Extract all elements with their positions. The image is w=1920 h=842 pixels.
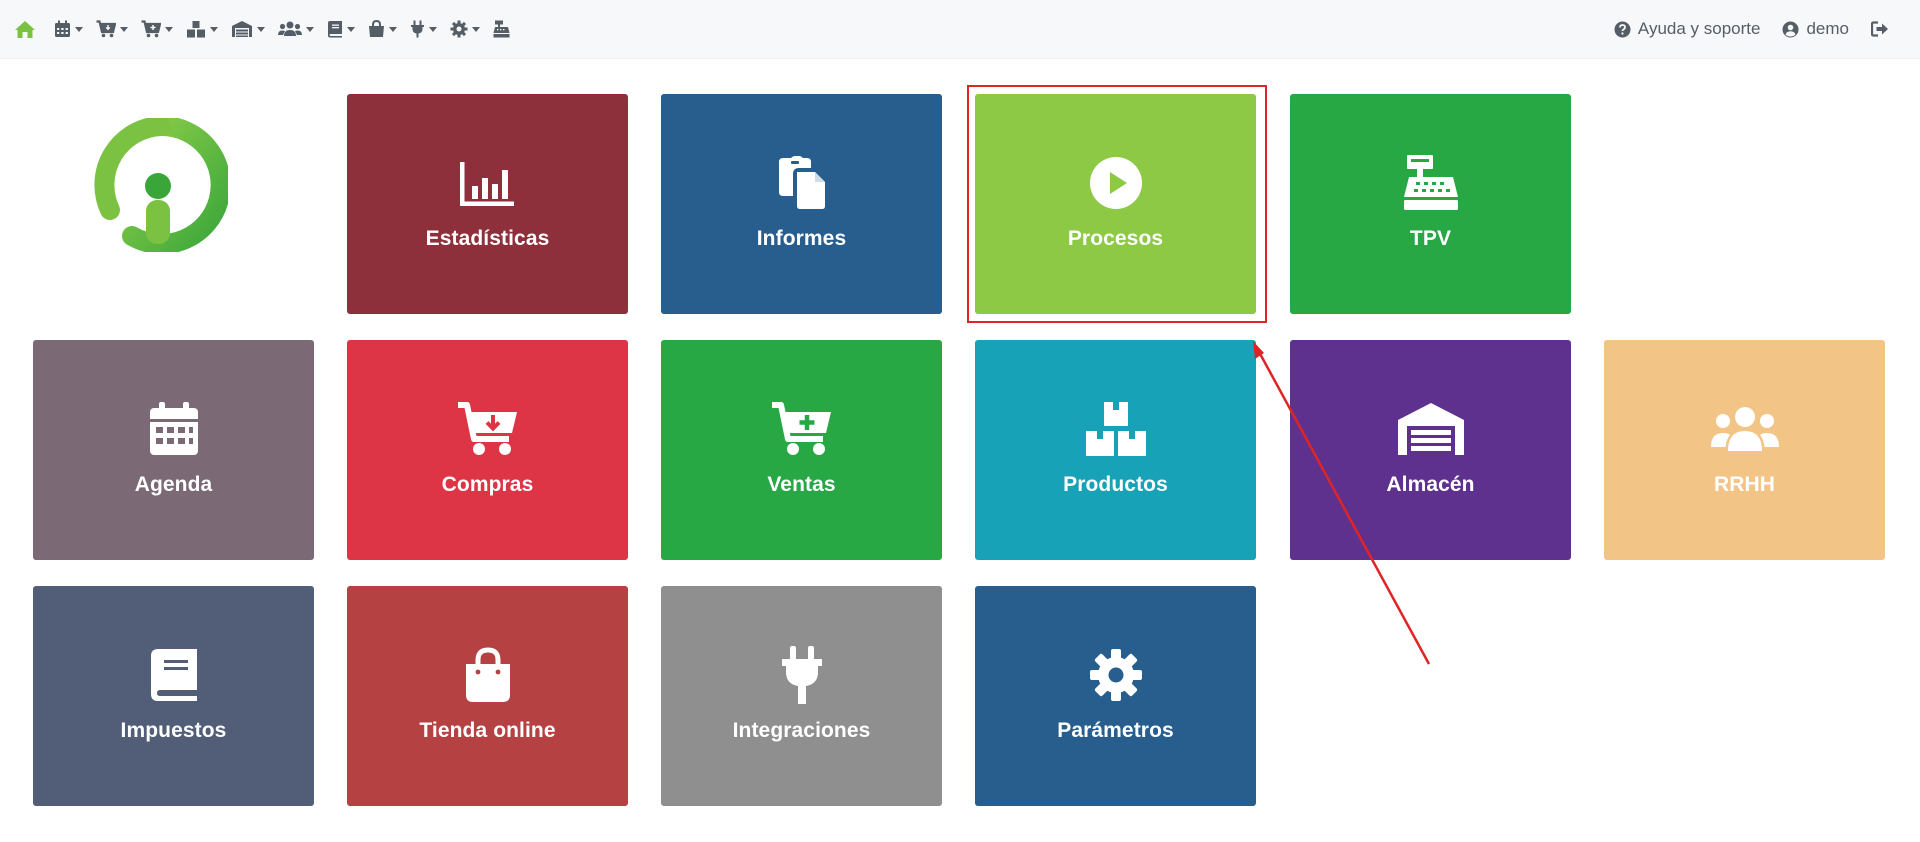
tile-parametros[interactable]: Parámetros [975,586,1256,806]
help-link[interactable]: Ayuda y soporte [1614,19,1761,39]
tile-estadisticas[interactable]: Estadísticas [347,94,628,314]
rrhh-menu[interactable] [278,14,314,44]
plug-icon [781,646,822,704]
tile-label: Estadísticas [425,227,550,250]
tile-compras[interactable]: Compras [347,340,628,560]
agenda-menu[interactable] [54,14,83,44]
chevron-down-icon [472,26,480,32]
tile-label: Almacén [1386,473,1475,496]
chevron-down-icon [389,26,397,32]
tile-tienda-online[interactable]: Tienda online [347,586,628,806]
calendar-icon [149,402,198,455]
productos-menu[interactable] [186,14,218,44]
shopping-bag-icon [369,20,384,37]
book-icon [328,21,342,38]
calendar-icon [55,20,70,37]
cash-register-icon [493,20,510,38]
tile-productos[interactable]: Productos [975,340,1256,560]
cog-icon [450,20,468,38]
tile-label: Tienda online [419,719,556,742]
cart-plus-icon [141,20,161,38]
tile-label: Integraciones [732,719,871,742]
warehouse-icon [1397,403,1464,455]
help-label: Ayuda y soporte [1637,19,1761,38]
chevron-down-icon [347,26,355,32]
tile-label: Impuestos [120,719,227,742]
tile-label: Parámetros [1057,719,1174,742]
tile-integraciones[interactable]: Integraciones [661,586,942,806]
question-circle-icon [1614,21,1631,37]
chevron-down-icon [210,26,218,32]
tile-impuestos[interactable]: Impuestos [33,586,314,806]
tile-label: Informes [756,227,847,250]
home-icon [15,20,35,38]
tile-ventas[interactable]: Ventas [661,340,942,560]
chart-bar-icon [459,162,514,206]
app-logo[interactable] [94,115,231,254]
impuestos-menu[interactable] [327,14,355,44]
home-button[interactable] [14,14,36,44]
play-circle-icon [1089,157,1142,209]
top-navbar: Ayuda y soporte demo [0,0,1920,59]
user-circle-icon [1782,21,1799,37]
tile-label: Compras [441,473,534,496]
cart-download-icon [96,20,116,38]
boxes-icon [187,21,205,38]
nav-menu [14,0,523,58]
tile-label: Ventas [767,473,836,496]
tile-label: Productos [1063,473,1168,496]
tile-label: RRHH [1713,473,1776,496]
tile-label: Agenda [134,473,213,496]
tile-rrhh[interactable]: RRHH [1604,340,1885,560]
almacen-menu[interactable] [231,14,265,44]
book-icon [150,649,197,701]
user-menu[interactable]: demo [1782,19,1849,39]
copy-icon [778,156,825,209]
tile-tpv[interactable]: TPV [1290,94,1571,314]
users-icon [278,21,302,36]
chevron-down-icon [306,26,314,32]
plug-icon [411,20,424,38]
cart-plus-icon [771,402,831,455]
chevron-down-icon [165,26,173,32]
chevron-down-icon [75,26,83,32]
tile-informes[interactable]: Informes [661,94,942,314]
sign-out-icon [1871,21,1888,37]
users-icon [1710,407,1779,451]
cog-icon [1089,649,1142,701]
shopping-bag-icon [465,647,510,702]
tile-almacen[interactable]: Almacén [1290,340,1571,560]
tile-label: TPV [1409,227,1452,250]
ventas-menu[interactable] [141,14,173,44]
tpv-nav-button[interactable] [493,14,510,44]
integraciones-menu[interactable] [410,14,437,44]
logout-button[interactable] [1871,21,1896,37]
boxes-icon [1085,402,1146,456]
tile-label: Procesos [1067,227,1164,250]
cash-register-icon [1403,155,1458,210]
logo-icon [94,115,231,254]
cart-download-icon [457,402,517,455]
user-label: demo [1806,19,1849,38]
warehouse-icon [232,21,252,37]
chevron-down-icon [429,26,437,32]
compras-menu[interactable] [96,14,128,44]
nav-right: Ayuda y soporte demo [1592,0,1896,58]
tile-agenda[interactable]: Agenda [33,340,314,560]
chevron-down-icon [257,26,265,32]
tienda-menu[interactable] [368,14,397,44]
chevron-down-icon [120,26,128,32]
parametros-menu[interactable] [450,14,480,44]
tile-procesos[interactable]: Procesos [975,94,1256,314]
